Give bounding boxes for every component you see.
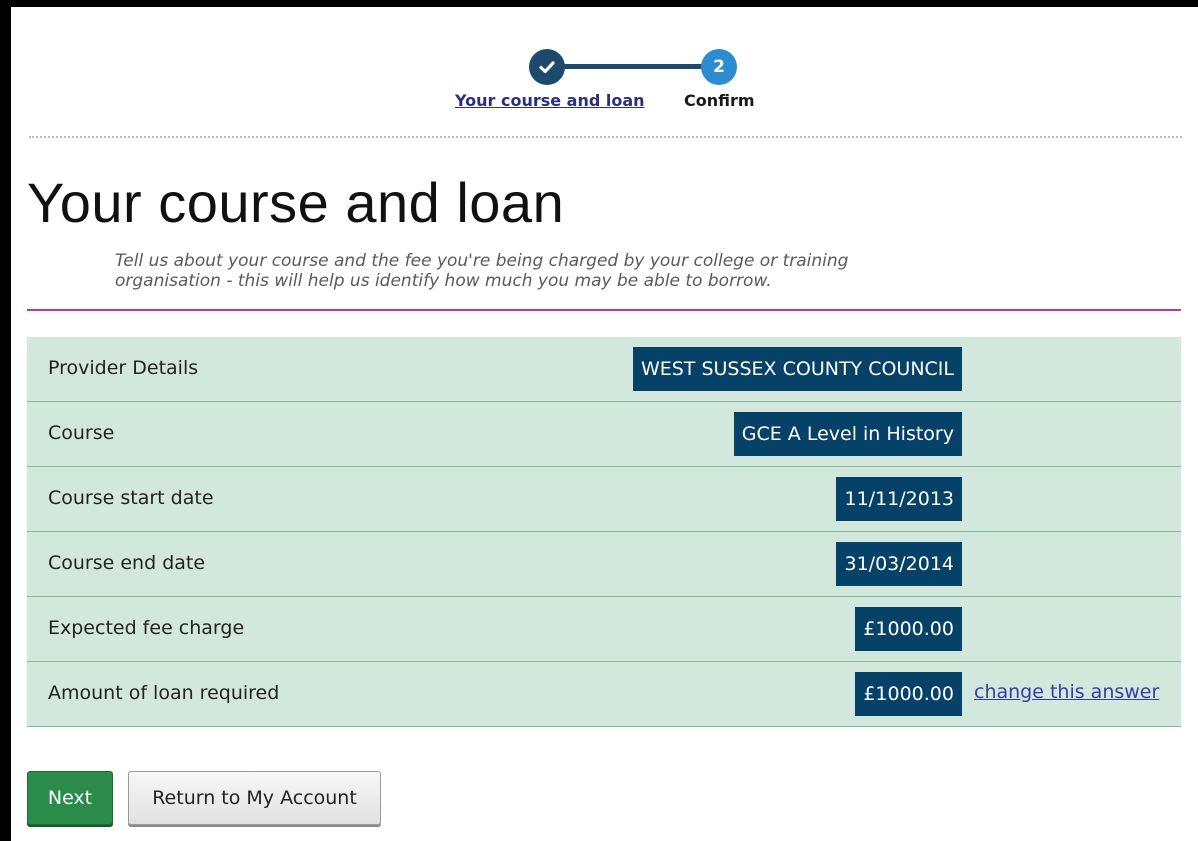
summary-row-provider: Provider Details WEST SUSSEX COUNTY COUN… bbox=[27, 337, 1181, 402]
step-1-complete-circle bbox=[529, 49, 565, 85]
return-to-account-button[interactable]: Return to My Account bbox=[128, 771, 381, 825]
row-label: Provider Details bbox=[48, 357, 199, 379]
row-value: GCE A Level in History bbox=[733, 412, 962, 456]
row-label: Expected fee charge bbox=[48, 617, 245, 639]
row-value: 31/03/2014 bbox=[836, 542, 962, 586]
step-2-label: Confirm bbox=[684, 91, 755, 110]
stepper-connector bbox=[551, 64, 721, 69]
summary-row-fee: Expected fee charge £1000.00 bbox=[27, 597, 1181, 662]
intro-text: Tell us about your course and the fee yo… bbox=[115, 251, 849, 291]
row-value: £1000.00 bbox=[855, 672, 962, 716]
next-button[interactable]: Next bbox=[27, 771, 113, 825]
step-1-link[interactable]: Your course and loan bbox=[455, 91, 645, 110]
course-loan-summary: Provider Details WEST SUSSEX COUNTY COUN… bbox=[27, 337, 1181, 727]
step-number: 2 bbox=[713, 57, 725, 77]
summary-row-start-date: Course start date 11/11/2013 bbox=[27, 467, 1181, 532]
dotted-divider bbox=[29, 136, 1182, 138]
summary-row-course: Course GCE A Level in History bbox=[27, 402, 1181, 467]
section-rule bbox=[27, 309, 1181, 311]
step-2-current-circle: 2 bbox=[701, 49, 737, 85]
check-icon bbox=[539, 61, 555, 74]
page-container: 2 Your course and loan Confirm Your cour… bbox=[11, 7, 1198, 841]
row-label: Amount of loan required bbox=[48, 682, 280, 704]
row-label: Course start date bbox=[48, 487, 214, 509]
change-answer-link[interactable]: change this answer bbox=[974, 681, 1159, 703]
summary-row-loan-amount: Amount of loan required £1000.00 change … bbox=[27, 662, 1181, 727]
progress-stepper: 2 Your course and loan Confirm bbox=[11, 7, 1198, 127]
row-label: Course end date bbox=[48, 552, 206, 574]
row-value: 11/11/2013 bbox=[836, 477, 962, 521]
row-label: Course bbox=[48, 422, 115, 444]
row-value: £1000.00 bbox=[855, 607, 962, 651]
page-title: Your course and loan bbox=[27, 171, 565, 234]
summary-row-end-date: Course end date 31/03/2014 bbox=[27, 532, 1181, 597]
row-value: WEST SUSSEX COUNTY COUNCIL bbox=[632, 347, 962, 391]
